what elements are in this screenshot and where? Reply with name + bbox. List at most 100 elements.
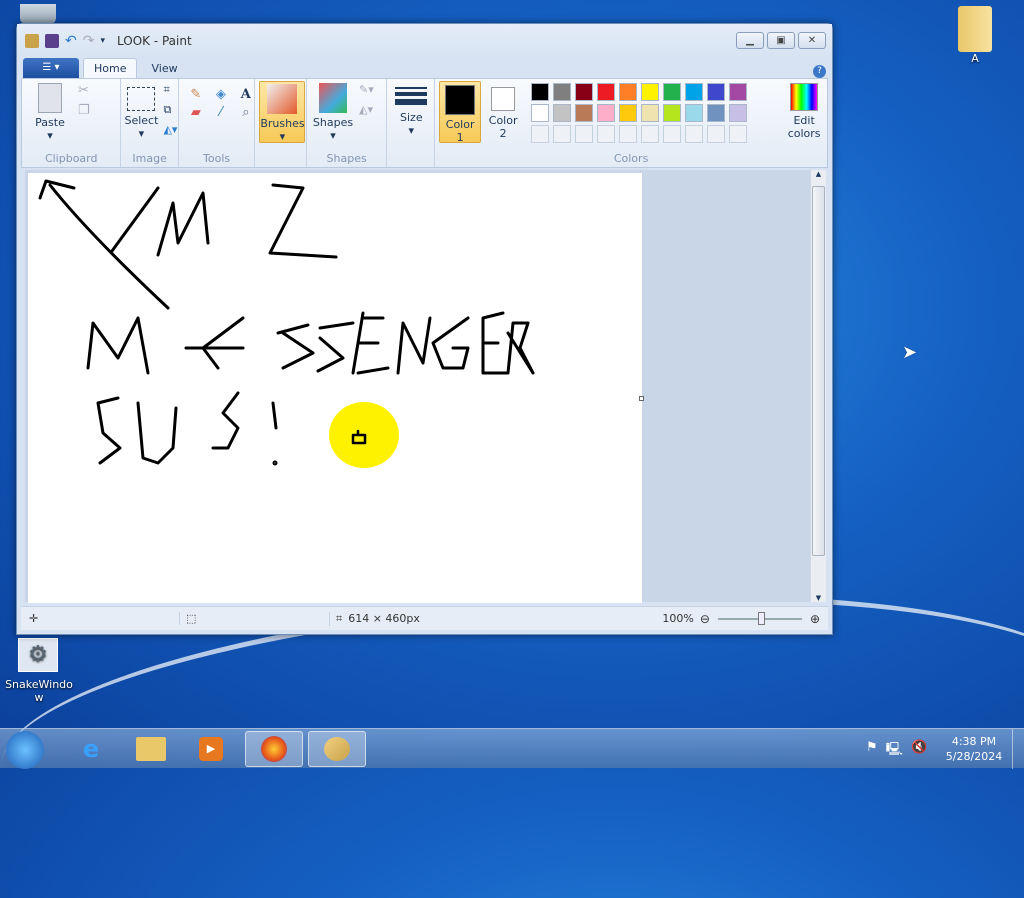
color-swatch[interactable] xyxy=(597,104,616,122)
tab-view[interactable]: View xyxy=(141,59,187,78)
color-swatch[interactable] xyxy=(729,83,748,101)
color-swatch[interactable] xyxy=(707,104,726,122)
color-swatch[interactable] xyxy=(729,104,748,122)
color-swatch[interactable] xyxy=(685,83,704,101)
color-swatch[interactable] xyxy=(663,83,682,101)
edit-colors-button[interactable]: Edit colors xyxy=(781,83,827,140)
rainbow-icon xyxy=(790,83,819,111)
color-swatch[interactable] xyxy=(531,104,550,122)
zoom-slider[interactable] xyxy=(717,611,802,625)
drawing-canvas[interactable] xyxy=(28,173,642,603)
taskbar-media-player[interactable]: ▶ xyxy=(182,731,240,767)
title-bar[interactable]: ↶ ↷ ▾ LOOK - Paint ▁ ▣ ✕ xyxy=(17,24,832,58)
color-swatch[interactable] xyxy=(575,104,594,122)
custom-color-slot[interactable] xyxy=(575,125,594,143)
paint-window: ↶ ↷ ▾ LOOK - Paint ▁ ▣ ✕ ☰ ▾ Home View ?… xyxy=(16,23,833,635)
shapes-button[interactable]: Shapes ▾ xyxy=(311,83,355,142)
eraser-icon[interactable]: ▰ xyxy=(185,105,207,120)
crop-icon[interactable]: ⌗ xyxy=(163,83,169,97)
recycle-bin-icon[interactable] xyxy=(20,4,56,24)
show-desktop-button[interactable] xyxy=(1012,729,1024,769)
fill-icon[interactable]: ◈ xyxy=(210,87,232,102)
mouse-cursor-icon: ➤ xyxy=(902,342,918,363)
desktop-folder[interactable]: A xyxy=(945,6,1005,65)
color2-swatch xyxy=(491,87,516,111)
rotate-icon[interactable]: ◭▾ xyxy=(163,123,177,136)
shape-fill-icon[interactable]: ◭▾ xyxy=(359,103,373,116)
close-button[interactable]: ✕ xyxy=(798,32,826,49)
custom-color-slot[interactable] xyxy=(597,125,616,143)
color-swatch[interactable] xyxy=(707,83,726,101)
custom-color-slot[interactable] xyxy=(619,125,638,143)
select-button[interactable]: Select ▾ xyxy=(123,87,159,140)
redo-icon[interactable]: ↷ xyxy=(83,33,95,49)
action-center-icon[interactable]: ⚑ xyxy=(866,740,878,762)
text-icon[interactable]: A xyxy=(235,87,257,102)
custom-color-slot[interactable] xyxy=(685,125,704,143)
custom-color-slot[interactable] xyxy=(729,125,748,143)
taskbar-ie[interactable]: e xyxy=(62,731,120,767)
color-swatch[interactable] xyxy=(663,104,682,122)
start-button[interactable] xyxy=(6,731,44,769)
brush-icon xyxy=(267,84,298,114)
network-icon[interactable]: 🖳 xyxy=(886,740,903,762)
paste-button[interactable]: Paste ▾ xyxy=(30,83,70,142)
undo-icon[interactable]: ↶ xyxy=(65,33,77,49)
paint-icon xyxy=(324,737,350,761)
resize-icon[interactable]: ⧉ xyxy=(163,103,171,117)
help-icon[interactable]: ? xyxy=(813,65,826,78)
volume-muted-icon[interactable]: 🔇 xyxy=(911,740,927,762)
color-swatch[interactable] xyxy=(597,83,616,101)
custom-color-slot[interactable] xyxy=(663,125,682,143)
doodle-vmz xyxy=(38,179,338,310)
desktop-app-snakewindow[interactable]: ⚙ SnakeWindow xyxy=(4,638,74,704)
minimize-button[interactable]: ▁ xyxy=(736,32,764,49)
scrollbar-thumb[interactable] xyxy=(812,186,825,556)
custom-color-slot[interactable] xyxy=(641,125,660,143)
resize-handle[interactable] xyxy=(639,396,644,401)
copy-icon[interactable]: ❐ xyxy=(78,103,90,118)
color-swatch[interactable] xyxy=(641,104,660,122)
customize-quick-access-icon[interactable]: ▾ xyxy=(100,36,105,46)
clock[interactable]: 4:38 PM 5/28/2024 xyxy=(944,734,1004,764)
taskbar-explorer[interactable] xyxy=(122,731,180,767)
status-bar: ✛ ⬚ ⌗ 614 × 460px 100% ⊖ ⊕ xyxy=(21,606,828,630)
brushes-button[interactable]: Brushes ▾ xyxy=(259,81,306,143)
outline-icon[interactable]: ✎▾ xyxy=(359,83,374,96)
window-title: LOOK - Paint xyxy=(117,34,192,48)
color-swatch[interactable] xyxy=(685,104,704,122)
zoom-slider-thumb[interactable] xyxy=(757,611,765,625)
paint-menu-button[interactable]: ☰ ▾ xyxy=(23,58,79,78)
color2-button[interactable]: Color 2 xyxy=(483,84,523,140)
color-swatch[interactable] xyxy=(553,104,572,122)
cut-icon[interactable]: ✂ xyxy=(78,83,89,98)
magnifier-icon[interactable]: ⌕ xyxy=(235,105,257,120)
maximize-button[interactable]: ▣ xyxy=(767,32,795,49)
color-picker-icon[interactable]: ⁄ xyxy=(210,105,232,120)
pencil-icon[interactable]: ✎ xyxy=(185,87,207,102)
selection-size-icon: ⬚ xyxy=(179,612,329,625)
color-swatch[interactable] xyxy=(641,83,660,101)
brushes-group: Brushes ▾ xyxy=(255,79,307,167)
color1-swatch xyxy=(445,85,476,115)
tab-home[interactable]: Home xyxy=(83,58,138,78)
save-icon[interactable] xyxy=(45,34,59,48)
custom-color-slot[interactable] xyxy=(531,125,550,143)
folder-icon xyxy=(958,6,992,52)
zoom-in-button[interactable]: ⊕ xyxy=(810,612,820,626)
zoom-out-button[interactable]: ⊖ xyxy=(700,612,710,626)
color-swatch[interactable] xyxy=(575,83,594,101)
custom-color-slot[interactable] xyxy=(553,125,572,143)
custom-color-slot[interactable] xyxy=(707,125,726,143)
taskbar-paint[interactable] xyxy=(308,731,366,767)
vertical-scrollbar[interactable]: ▲ ▼ xyxy=(810,170,826,602)
color-swatch[interactable] xyxy=(619,104,638,122)
color1-button[interactable]: Color 1 xyxy=(439,81,482,144)
size-button[interactable]: Size ▾ xyxy=(393,85,429,137)
color-swatch[interactable] xyxy=(553,83,572,101)
color-swatch[interactable] xyxy=(531,83,550,101)
color-swatch[interactable] xyxy=(619,83,638,101)
taskbar-firefox[interactable] xyxy=(245,731,303,767)
paint-app-icon[interactable] xyxy=(25,34,39,48)
clipboard-icon xyxy=(38,83,62,113)
